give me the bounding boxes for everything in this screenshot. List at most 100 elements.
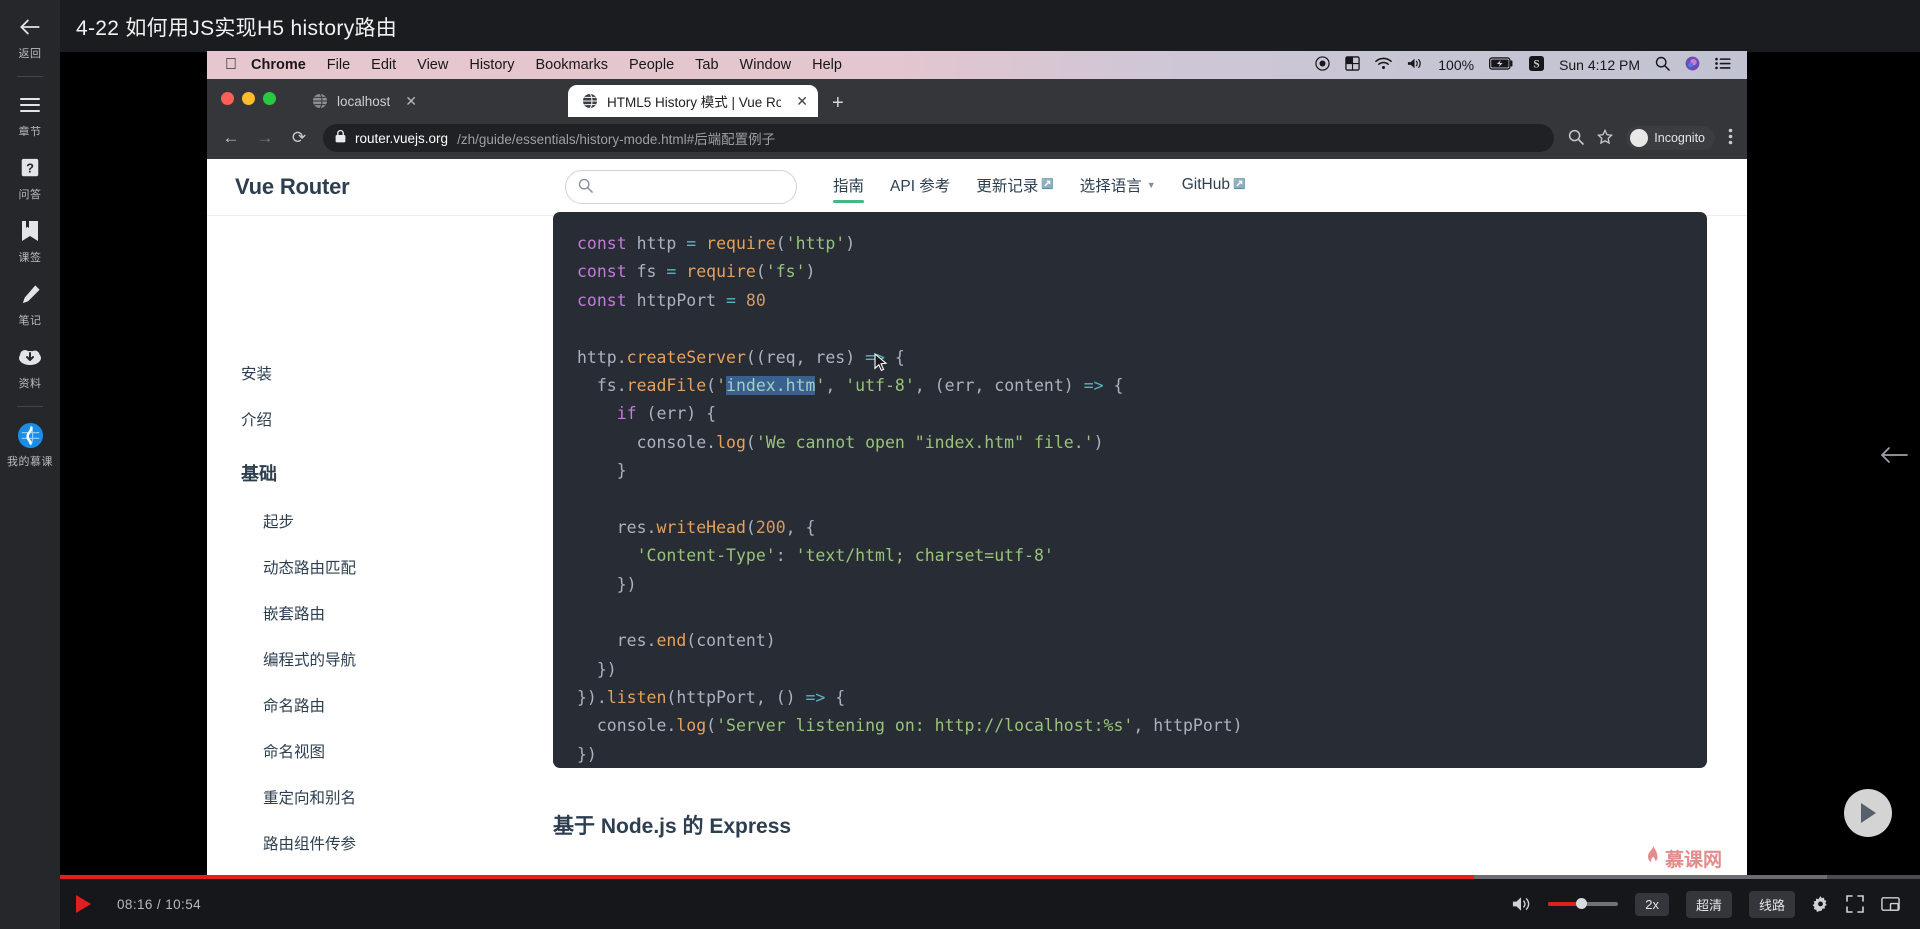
question-icon: ?	[15, 153, 45, 183]
picture-in-picture-icon[interactable]	[1881, 896, 1900, 912]
sidebar-item-redirect-alias[interactable]: 重定向和别名	[263, 786, 537, 808]
nav-item-language[interactable]: 选择语言 ▼	[1080, 174, 1156, 201]
rail-item-materials[interactable]: 资料	[0, 342, 60, 391]
nav-item-api[interactable]: API 参考	[890, 174, 950, 201]
gear-icon[interactable]	[1812, 895, 1829, 913]
browser-tab-localhost[interactable]: localhost ✕	[298, 85, 568, 117]
reload-icon[interactable]: ⟳	[289, 128, 309, 148]
battery-charging-icon[interactable]	[1489, 56, 1514, 74]
rail-item-chapters[interactable]: 章节	[0, 90, 60, 139]
course-sidebar-rail: 返回 章节 ? 问答 课签 笔记 资料 我的慕课	[0, 0, 60, 929]
rail-item-my-imooc[interactable]: 我的慕课	[0, 420, 60, 469]
sidebar-item-route-props[interactable]: 路由组件传参	[263, 832, 537, 854]
nav-item-changelog[interactable]: 更新记录 ↗️	[976, 174, 1053, 201]
volume-slider[interactable]	[1548, 898, 1619, 909]
cloud-download-icon	[15, 342, 45, 372]
menu-chrome[interactable]: Chrome	[251, 57, 306, 73]
tab-close-icon-active[interactable]: ✕	[796, 93, 808, 110]
search-icon	[578, 178, 593, 196]
rail-label-chapters: 章节	[18, 126, 42, 138]
volume-knob[interactable]	[1576, 898, 1588, 909]
new-tab-button[interactable]: +	[818, 93, 858, 117]
menu-tab[interactable]: Tab	[695, 57, 718, 73]
menu-file[interactable]: File	[327, 57, 350, 73]
left-arrow-icon[interactable]	[1880, 440, 1908, 471]
bookmark-star-icon[interactable]	[1597, 128, 1614, 148]
avatar	[1630, 129, 1649, 147]
menu-window[interactable]: Window	[740, 57, 792, 73]
rail-item-notes[interactable]: 笔记	[0, 279, 60, 328]
sogou-ime-icon[interactable]: S	[1529, 55, 1545, 75]
playback-speed-button[interactable]: 2x	[1635, 892, 1669, 916]
nav-label-github: GitHub	[1181, 175, 1230, 193]
external-link-icon-github: ↗️	[1232, 179, 1246, 190]
nav-item-guide[interactable]: 指南	[833, 174, 865, 203]
address-bar[interactable]: router.vuejs.org/zh/guide/essentials/his…	[323, 124, 1555, 152]
play-icon[interactable]	[76, 895, 91, 913]
fullscreen-icon[interactable]	[1846, 895, 1864, 913]
sidebar-item-nested-routes[interactable]: 嵌套路由	[263, 602, 537, 624]
progress-played	[60, 875, 1474, 879]
apple-logo-icon[interactable]: 	[225, 57, 237, 73]
wifi-icon[interactable]	[1375, 57, 1393, 74]
sidebar-item-intro[interactable]: 介绍	[241, 408, 537, 430]
window-zoom-button[interactable]	[263, 91, 276, 105]
incognito-indicator[interactable]: Incognito	[1626, 126, 1715, 150]
video-stage[interactable]:  Chrome File Edit View History Bookmark…	[60, 51, 1920, 889]
volume-icon[interactable]	[1407, 57, 1423, 74]
sidebar-item-install[interactable]: 安装	[241, 362, 537, 384]
menu-view[interactable]: View	[417, 57, 448, 73]
code-block[interactable]: const http = require('http') const fs = …	[553, 212, 1707, 768]
route-button[interactable]: 线路	[1748, 890, 1795, 918]
browser-tab-vue-router[interactable]: HTML5 History 模式 | Vue Rout ✕	[568, 85, 818, 117]
rail-label-back: 返回	[18, 48, 42, 60]
sidebar-item-named-views[interactable]: 命名视图	[263, 740, 537, 762]
external-link-icon: ↗️	[1041, 179, 1054, 190]
rail-item-back[interactable]: 返回	[0, 12, 60, 61]
sidebar-item-named-routes[interactable]: 命名路由	[263, 694, 537, 716]
mac-menu-bar:  Chrome File Edit View History Bookmark…	[207, 51, 1747, 79]
tab-close-icon[interactable]: ✕	[405, 93, 417, 110]
window-close-button[interactable]	[221, 91, 234, 105]
spotlight-search-icon[interactable]	[1655, 56, 1670, 75]
grid-icon[interactable]	[1345, 55, 1360, 75]
globe-icon	[312, 93, 328, 109]
nav-item-github[interactable]: GitHub ↗️	[1182, 176, 1246, 199]
browser-window-screenshot:  Chrome File Edit View History Bookmark…	[207, 51, 1747, 889]
site-body: 安装 介绍 基础 起步 动态路由匹配 嵌套路由 编程式的导航 命名路由 命名视图…	[207, 212, 1747, 889]
quality-button[interactable]: 超清	[1685, 890, 1732, 918]
menu-history[interactable]: History	[469, 57, 514, 73]
sidebar-item-getting-started[interactable]: 起步	[263, 510, 537, 532]
rail-item-qa[interactable]: ? 问答	[0, 153, 60, 202]
search-input[interactable]	[565, 170, 797, 204]
menu-help[interactable]: Help	[812, 57, 842, 73]
imooc-watermark: 慕课网	[1637, 842, 1731, 875]
rail-item-bookmark[interactable]: 课签	[0, 216, 60, 265]
browser-tab-strip: localhost ✕ HTML5 History 模式 | Vue Rout …	[207, 79, 1747, 117]
nav-label-language: 选择语言	[1079, 177, 1142, 195]
siri-icon[interactable]	[1685, 56, 1700, 75]
mac-clock[interactable]: Sun 4:12 PM	[1559, 57, 1640, 73]
course-player-page: 返回 章节 ? 问答 课签 笔记 资料 我的慕课 4-22 如何用JS实现H5 …	[0, 0, 1920, 929]
center-play-button[interactable]	[1844, 789, 1892, 837]
svg-text:S: S	[1533, 58, 1539, 70]
sidebar-item-programmatic-nav[interactable]: 编程式的导航	[263, 648, 537, 670]
page-search-icon[interactable]	[1568, 129, 1585, 148]
window-minimize-button[interactable]	[242, 91, 255, 105]
volume-icon[interactable]	[1512, 896, 1531, 912]
vue-router-page: Vue Router 指南 API 参考 更新记录 ↗️ 选择语言 ▼ GitHub…	[207, 159, 1747, 889]
menu-edit[interactable]: Edit	[371, 57, 396, 73]
mouse-cursor-icon	[874, 352, 888, 373]
rail-divider	[17, 76, 43, 77]
forward-icon[interactable]: →	[255, 128, 275, 148]
notification-center-icon[interactable]	[1715, 57, 1731, 74]
bookmark-icon	[15, 216, 45, 246]
site-logo[interactable]: Vue Router	[235, 174, 565, 200]
menu-people[interactable]: People	[629, 57, 674, 73]
three-dot-menu-icon[interactable]	[1728, 128, 1733, 148]
sidebar-item-dynamic-matching[interactable]: 动态路由匹配	[263, 556, 537, 578]
menu-bookmarks[interactable]: Bookmarks	[535, 57, 608, 73]
back-icon[interactable]: ←	[221, 128, 241, 148]
site-nav: 指南 API 参考 更新记录 ↗️ 选择语言 ▼ GitHub ↗️	[833, 174, 1246, 203]
record-icon[interactable]	[1315, 55, 1330, 75]
